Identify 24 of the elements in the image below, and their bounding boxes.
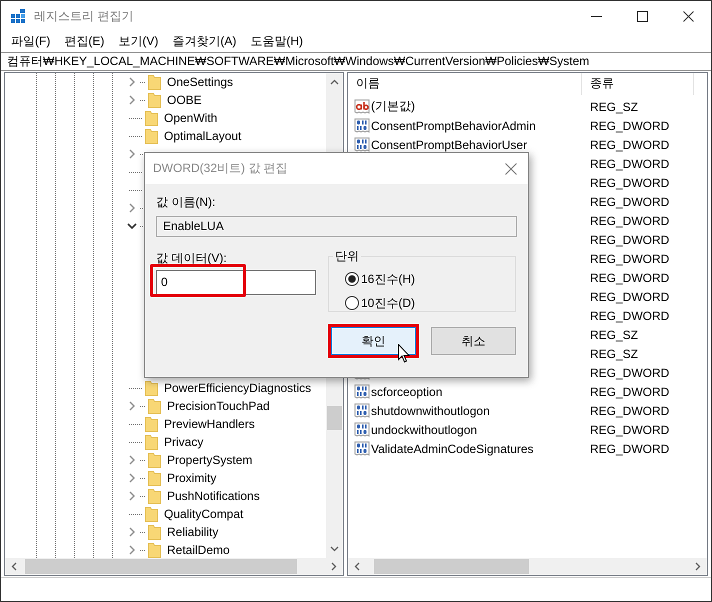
value-type: REG_DWORD xyxy=(589,422,670,436)
value-type: REG_DWORD xyxy=(589,214,670,228)
field-label: 값 이름(N): xyxy=(156,194,216,211)
value-type: REG_DWORD xyxy=(589,156,670,170)
value-type: REG_DWORD xyxy=(589,194,670,208)
value-type: REG_DWORD xyxy=(589,442,670,456)
value-type: REG_DWORD xyxy=(589,176,670,190)
window-title: 레지스트리 편집기 xyxy=(34,8,134,24)
value-type: REG_DWORD xyxy=(589,290,670,304)
value-type: REG_SZ xyxy=(589,328,638,342)
value-type: REG_DWORD xyxy=(589,232,670,246)
value-type: REG_DWORD xyxy=(589,118,670,132)
group-title: 단위 xyxy=(334,248,360,265)
value-type: REG_DWORD xyxy=(589,138,670,152)
value-type: REG_DWORD xyxy=(589,270,670,284)
value-type: REG_SZ xyxy=(589,100,638,114)
field-label: 값 데이터(V): xyxy=(156,250,228,267)
value-type: REG_DWORD xyxy=(589,366,670,380)
value-type: REG_DWORD xyxy=(589,404,670,418)
value-type: REG_DWORD xyxy=(589,384,670,398)
value-type: REG_DWORD xyxy=(589,252,670,266)
value-type: REG_SZ xyxy=(589,346,638,360)
dialog-title: DWORD(32비트) 값 편집 xyxy=(153,160,289,177)
value-type: REG_DWORD xyxy=(589,308,670,322)
